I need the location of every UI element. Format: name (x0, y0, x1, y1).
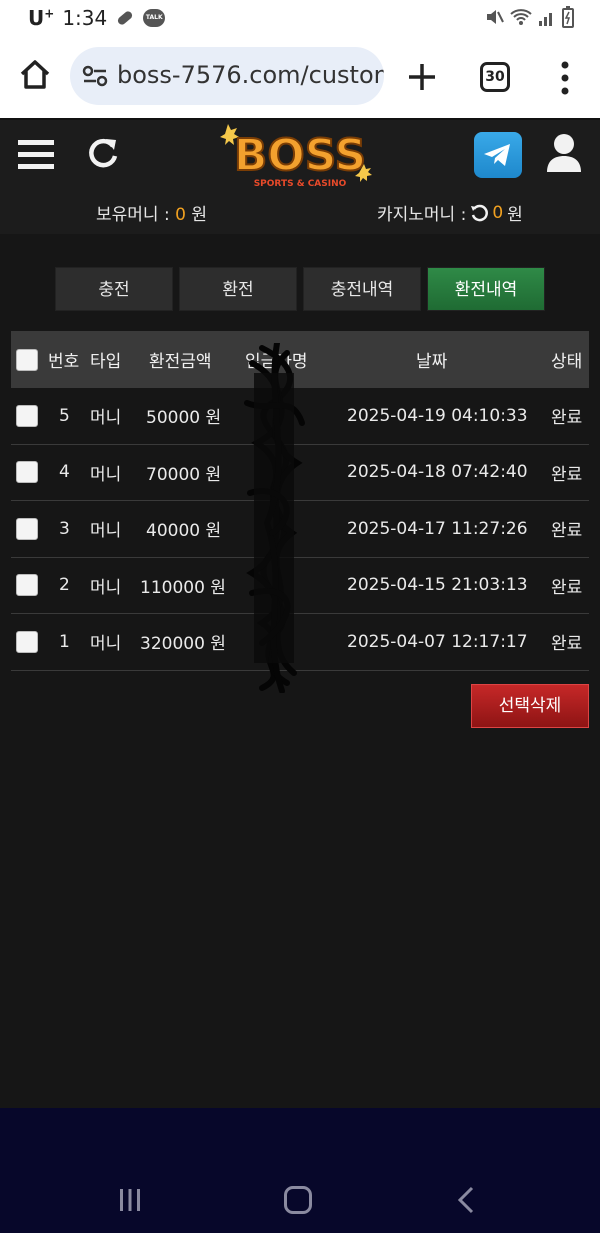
pill-icon (118, 11, 133, 25)
table-row: 3 머니 40000 원 2025-04-17 11:27:26 완료 (11, 501, 589, 558)
talk-icon: TALK (143, 9, 166, 27)
logo-graphic: BOSS SPORTS & CASINO (220, 124, 372, 189)
signal-icon (539, 13, 552, 26)
site-header: BOSS SPORTS & CASINO (0, 118, 600, 190)
row-type: 머니 (90, 577, 122, 598)
telegram-icon[interactable] (474, 132, 522, 178)
row-status: 완료 (551, 521, 583, 542)
recent-apps-icon[interactable] (118, 1188, 142, 1212)
row-number: 2 (59, 575, 70, 596)
row-number: 5 (59, 405, 70, 426)
status-bar: U+ 1:34 TALK (0, 0, 600, 38)
header-type: 타입 (90, 352, 122, 372)
site-logo[interactable]: BOSS SPORTS & CASINO (214, 120, 386, 190)
row-type: 머니 (90, 634, 122, 655)
holding-money: 보유머니 : 0 원 (96, 205, 207, 225)
row-type: 머니 (90, 521, 122, 542)
holding-money-value: 0 (175, 205, 186, 225)
tab-withdraw-history[interactable]: 환전내역 (427, 267, 545, 311)
row-number: 4 (59, 462, 70, 483)
row-amount: 320000 원 (140, 634, 226, 655)
battery-icon (562, 6, 574, 28)
row-amount: 110000 원 (140, 577, 226, 598)
tab-withdraw[interactable]: 환전 (179, 267, 297, 311)
table-row: 4 머니 70000 원 2025-04-18 07:42:40 완료 (11, 445, 589, 501)
row-date: 2025-04-07 12:17:17 (347, 631, 528, 652)
home-icon[interactable] (18, 58, 52, 92)
row-type: 머니 (90, 408, 122, 429)
row-checkbox[interactable] (16, 404, 38, 427)
tab-switcher-button[interactable]: 30 (480, 62, 510, 92)
tab-deposit[interactable]: 충전 (55, 267, 173, 311)
row-amount: 50000 원 (146, 408, 222, 429)
browser-toolbar: boss-7576.com/custom 30 (0, 38, 600, 118)
tab-deposit-history[interactable]: 충전내역 (303, 267, 421, 311)
carrier-label: U+ (28, 6, 55, 30)
address-bar[interactable]: boss-7576.com/custom (70, 47, 384, 105)
overflow-menu-icon[interactable] (558, 60, 572, 96)
refresh-icon[interactable] (86, 136, 120, 170)
table-header: 번호 타입 환전금액 입금자명 날짜 상태 (11, 331, 589, 388)
table-row: 2 머니 110000 원 2025-04-15 21:03:13 완료 (11, 558, 589, 614)
wifi-icon (510, 9, 532, 25)
row-date: 2025-04-18 07:42:40 (347, 462, 528, 483)
clock: 1:34 (62, 6, 108, 30)
delete-selected-button[interactable]: 선택삭제 (471, 684, 589, 728)
row-status: 완료 (551, 634, 583, 655)
logo-text: BOSS (234, 130, 366, 181)
table-row: 1 머니 320000 원 2025-04-07 12:17:17 완료 (11, 614, 589, 671)
row-checkbox[interactable] (16, 574, 38, 597)
nav-back-icon[interactable] (456, 1186, 476, 1214)
site-settings-icon[interactable] (82, 64, 108, 88)
row-status: 완료 (551, 408, 583, 429)
header-depositor: 입금자명 (245, 352, 308, 372)
system-nav-bar (0, 1108, 600, 1233)
row-date: 2025-04-19 04:10:33 (347, 405, 528, 426)
row-status: 완료 (551, 464, 583, 485)
row-amount: 40000 원 (146, 521, 222, 542)
row-checkbox[interactable] (16, 517, 38, 540)
casino-money-value: 0 (492, 202, 504, 223)
table-row: 5 머니 50000 원 2025-04-19 04:10:33 완료 (11, 388, 589, 445)
row-checkbox[interactable] (16, 461, 38, 484)
nav-home-icon[interactable] (284, 1186, 312, 1214)
row-status: 완료 (551, 577, 583, 598)
header-date: 날짜 (416, 352, 448, 372)
new-tab-icon[interactable] (405, 60, 439, 94)
withdraw-history-table: 번호 타입 환전금액 입금자명 날짜 상태 5 머니 50000 원 2025-… (11, 331, 589, 671)
header-status: 상태 (551, 352, 583, 372)
row-checkbox[interactable] (16, 630, 38, 653)
mute-icon (487, 10, 504, 24)
header-amount: 환전금액 (149, 352, 212, 372)
row-date: 2025-04-15 21:03:13 (347, 575, 528, 596)
row-amount: 70000 원 (146, 464, 222, 485)
row-number: 1 (59, 631, 70, 652)
row-number: 3 (59, 518, 70, 539)
hamburger-menu-icon[interactable] (18, 138, 54, 170)
row-type: 머니 (90, 464, 122, 485)
user-icon[interactable] (545, 132, 583, 174)
casino-refresh-icon[interactable] (470, 204, 489, 222)
balance-row: 보유머니 : 0 원 카지노머니 : 0 원 (0, 188, 600, 234)
select-all-checkbox[interactable] (16, 348, 38, 371)
header-number: 번호 (48, 352, 80, 372)
url-text[interactable]: boss-7576.com/custom (117, 61, 384, 89)
row-date: 2025-04-17 11:27:26 (347, 518, 528, 539)
casino-money: 카지노머니 : 0 원 (377, 202, 523, 226)
